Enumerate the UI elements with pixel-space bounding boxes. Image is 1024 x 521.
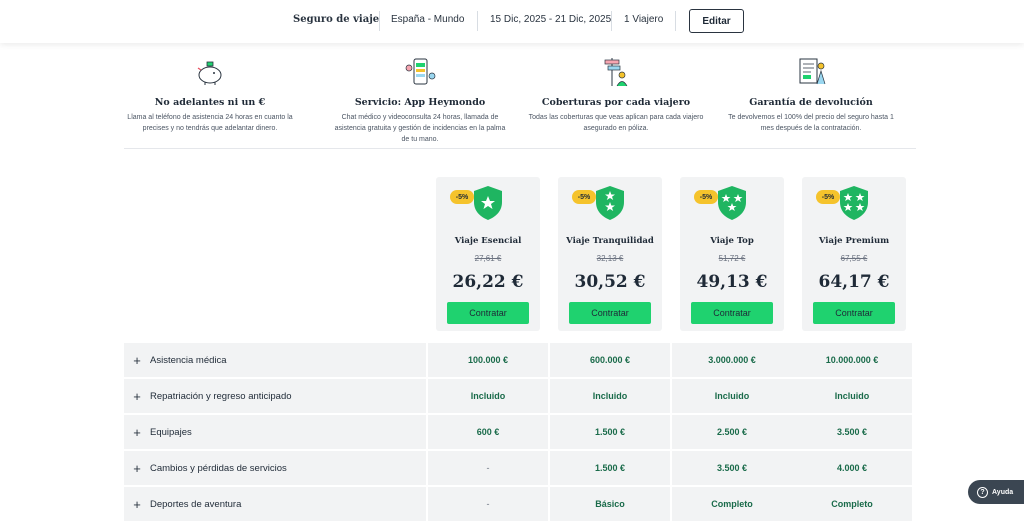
plan-old-price: 32,13 € <box>596 254 624 263</box>
separator <box>379 11 380 31</box>
plan-name: Viaje Premium <box>818 236 890 246</box>
coverage-label-text: Asistencia médica <box>150 354 227 366</box>
shield-three-stars-icon <box>718 186 746 220</box>
coverage-label-text: Repatriación y regreso anticipado <box>150 390 292 402</box>
expand-plus-icon[interactable]: + <box>124 390 150 403</box>
coverage-value: 600.000 € <box>550 343 670 377</box>
coverage-value: 1.500 € <box>550 451 670 485</box>
search-summary-bar: Seguro de viaje España - Mundo 15 Dic, 2… <box>0 0 1024 43</box>
coverage-value: - <box>428 451 548 485</box>
separator <box>611 11 612 31</box>
contratar-button[interactable]: Contratar <box>447 302 529 324</box>
contratar-button[interactable]: Contratar <box>691 302 773 324</box>
coverage-label[interactable]: + Cambios y pérdidas de servicios <box>124 451 426 485</box>
coverage-value: 3.500 € <box>672 451 792 485</box>
plan-name: Viaje Esencial <box>454 236 522 246</box>
coverage-value: 3.500 € <box>792 415 912 449</box>
benefit-title: No adelantes ni un € <box>154 97 266 108</box>
plan-name: Viaje Tranquilidad <box>566 236 654 246</box>
separator <box>675 11 676 31</box>
coverage-value: 4.000 € <box>792 451 912 485</box>
coverage-value: 10.000.000 € <box>792 343 912 377</box>
plan-name: Viaje Top <box>710 236 754 246</box>
piggy-bank-icon <box>197 61 222 85</box>
coverage-label[interactable]: + Deportes de aventura <box>124 487 426 521</box>
coverage-row-luggage[interactable]: + Equipajes 600 € 1.500 € 2.500 € 3.500 € <box>124 415 912 449</box>
benefit-description: Chat médico y videoconsulta 24 horas, ll… <box>334 114 506 143</box>
plan-card-premium: -5% Viaje Premium 67,55 € 64,17 € Contra… <box>802 177 906 331</box>
coverage-row-repatriation[interactable]: + Repatriación y regreso anticipado Inclu… <box>124 379 912 413</box>
shield-two-stars-icon <box>596 186 624 220</box>
shield-one-star-icon <box>474 186 502 220</box>
coverage-value: Básico <box>550 487 670 521</box>
coverage-value: Incluido <box>428 379 548 413</box>
benefit-refund: Garantía de devolución Te devolvemos el … <box>721 56 901 134</box>
coverage-row-service-changes[interactable]: + Cambios y pérdidas de servicios - 1.500… <box>124 451 912 485</box>
coverage-label-text: Cambios y pérdidas de servicios <box>150 462 287 474</box>
plan-old-price: 67,55 € <box>840 254 868 263</box>
shield-four-stars-icon <box>840 186 868 220</box>
contratar-button[interactable]: Contratar <box>569 302 651 324</box>
edit-button[interactable]: Editar <box>689 9 744 33</box>
destination-text: España - Mundo <box>391 14 465 25</box>
plan-card-top: -5% Viaje Top 51,72 € 49,13 € Contratar <box>680 177 784 331</box>
benefit-description: Todas las coberturas que veas aplican pa… <box>528 114 704 132</box>
coverage-value: Incluido <box>672 379 792 413</box>
benefit-title: Servicio: App Heymondo <box>354 97 486 108</box>
coverage-label[interactable]: + Asistencia médica <box>124 343 426 377</box>
coverage-value: 3.000.000 € <box>672 343 792 377</box>
coverage-value: 1.500 € <box>550 415 670 449</box>
coverage-label-text: Equipajes <box>150 426 192 438</box>
page-title: Seguro de viaje <box>293 14 380 25</box>
plan-price: 49,13 € <box>696 272 768 292</box>
travelers-text: 1 Viajero <box>624 14 664 25</box>
plan-price: 26,22 € <box>452 272 524 292</box>
benefit-no-advance: No adelantes ni un € Llama al teléfono d… <box>120 56 300 134</box>
plan-old-price: 27,61 € <box>474 254 502 263</box>
coverage-label-text: Deportes de aventura <box>150 498 242 510</box>
coverage-value: Completo <box>792 487 912 521</box>
coverage-value: - <box>428 487 548 521</box>
question-icon: ? <box>977 486 988 498</box>
section-divider <box>124 148 916 149</box>
expand-plus-icon[interactable]: + <box>124 426 150 439</box>
coverage-label[interactable]: + Repatriación y regreso anticipado <box>124 379 426 413</box>
separator <box>477 11 478 31</box>
coverage-value: 100.000 € <box>428 343 548 377</box>
discount-badge: -5% <box>450 190 474 204</box>
discount-badge: -5% <box>816 190 840 204</box>
expand-plus-icon[interactable]: + <box>124 498 150 511</box>
refund-document-icon <box>799 58 826 85</box>
benefit-coverage-per-traveler: Coberturas por cada viajero Todas las co… <box>526 56 706 134</box>
expand-plus-icon[interactable]: + <box>124 462 150 475</box>
discount-badge: -5% <box>694 190 718 204</box>
benefit-app: Servicio: App Heymondo Chat médico y vid… <box>330 56 510 145</box>
discount-badge: -5% <box>572 190 596 204</box>
plan-price: 30,52 € <box>574 272 646 292</box>
benefit-title: Garantía de devolución <box>749 97 873 108</box>
help-button[interactable]: ? Ayuda <box>968 480 1024 504</box>
benefit-description: Te devolvemos el 100% del precio del seg… <box>728 114 894 132</box>
coverage-value: 2.500 € <box>672 415 792 449</box>
help-label: Ayuda <box>992 488 1014 496</box>
coverage-row-medical[interactable]: + Asistencia médica 100.000 € 600.000 € 3… <box>124 343 912 377</box>
coverage-label[interactable]: + Equipajes <box>124 415 426 449</box>
mobile-app-icon <box>405 58 436 85</box>
expand-plus-icon[interactable]: + <box>124 354 150 367</box>
dates-text: 15 Dic, 2025 - 21 Dic, 2025 <box>490 14 612 25</box>
coverage-value: Incluido <box>550 379 670 413</box>
coverage-row-adventure-sports[interactable]: + Deportes de aventura - Básico Completo … <box>124 487 912 521</box>
coverage-value: 600 € <box>428 415 548 449</box>
plan-old-price: 51,72 € <box>718 254 746 263</box>
benefit-title: Coberturas por cada viajero <box>541 97 691 108</box>
contratar-button[interactable]: Contratar <box>813 302 895 324</box>
plan-card-esencial: -5% Viaje Esencial 27,61 € 26,22 € Contr… <box>436 177 540 331</box>
benefit-description: Llama al teléfono de asistencia 24 horas… <box>127 114 293 132</box>
plan-card-tranquilidad: -5% Viaje Tranquilidad 32,13 € 30,52 € C… <box>558 177 662 331</box>
coverage-value: Incluido <box>792 379 912 413</box>
plan-price: 64,17 € <box>818 272 890 292</box>
travelers-icon <box>604 58 628 87</box>
coverage-value: Completo <box>672 487 792 521</box>
